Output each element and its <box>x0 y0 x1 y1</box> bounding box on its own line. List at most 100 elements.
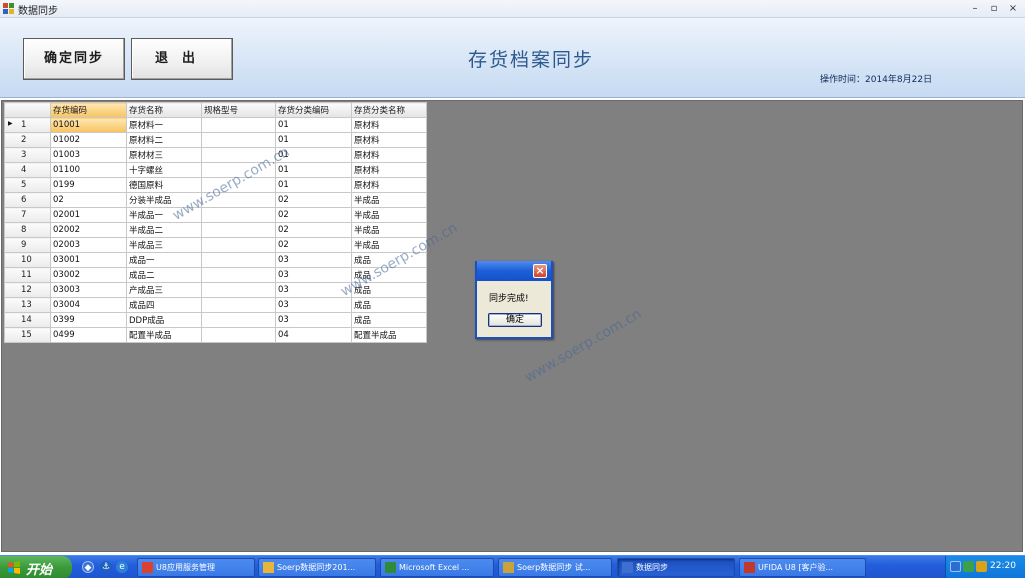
cell-code[interactable]: 03001 <box>50 252 127 268</box>
cell-spec[interactable] <box>201 117 276 133</box>
cell-category-name[interactable]: 原材料 <box>351 132 427 148</box>
cell-category-code[interactable]: 02 <box>275 222 352 238</box>
cell-spec[interactable] <box>201 222 276 238</box>
start-button[interactable]: 开始 <box>0 556 72 578</box>
cell-name[interactable]: 十字螺丝 <box>126 162 202 178</box>
column-header-category-code[interactable]: 存货分类编码 <box>275 102 352 118</box>
cell-spec[interactable] <box>201 132 276 148</box>
cell-category-code[interactable]: 03 <box>275 312 352 328</box>
table-row[interactable]: 2 01002 原材料二 01 原材料 <box>4 132 427 148</box>
taskbar-item[interactable]: Microsoft Excel ... <box>380 558 494 577</box>
row-header[interactable]: 6 <box>4 192 51 208</box>
table-row[interactable]: 3 01003 原材材三 01 原材料 <box>4 147 427 163</box>
desktop-icon[interactable]: ◆ <box>82 561 94 573</box>
cell-category-code[interactable]: 03 <box>275 297 352 313</box>
row-header[interactable]: 11 <box>4 267 51 283</box>
cell-name[interactable]: DDP成品 <box>126 312 202 328</box>
table-row[interactable]: 7 02001 半成品一 02 半成品 <box>4 207 427 223</box>
row-header[interactable]: 15 <box>4 327 51 343</box>
table-row[interactable]: 10 03001 成品一 03 成品 <box>4 252 427 268</box>
tray-volume-icon[interactable] <box>976 561 987 572</box>
cell-code[interactable]: 01001 <box>50 117 127 133</box>
cell-name[interactable]: 半成品三 <box>126 237 202 253</box>
table-row[interactable]: 4 01100 十字螺丝 01 原材料 <box>4 162 427 178</box>
column-header-category-name[interactable]: 存货分类名称 <box>351 102 427 118</box>
row-header[interactable]: 8 <box>4 222 51 238</box>
cell-category-code[interactable]: 02 <box>275 192 352 208</box>
cell-name[interactable]: 半成品二 <box>126 222 202 238</box>
cell-category-name[interactable]: 半成品 <box>351 192 427 208</box>
table-row[interactable]: 15 0499 配置半成品 04 配置半成品 <box>4 327 427 343</box>
cell-category-name[interactable]: 原材料 <box>351 177 427 193</box>
cell-code[interactable]: 0199 <box>50 177 127 193</box>
cell-category-code[interactable]: 03 <box>275 252 352 268</box>
cell-code[interactable]: 02 <box>50 192 127 208</box>
cell-spec[interactable] <box>201 282 276 298</box>
row-header[interactable]: 7 <box>4 207 51 223</box>
cell-spec[interactable] <box>201 327 276 343</box>
cell-name[interactable]: 原材料一 <box>126 117 202 133</box>
dialog-title-bar[interactable]: × <box>475 261 553 281</box>
cell-name[interactable]: 产成品三 <box>126 282 202 298</box>
cell-category-code[interactable]: 01 <box>275 132 352 148</box>
column-header-spec[interactable]: 规格型号 <box>201 102 276 118</box>
taskbar-item[interactable]: 数据同步 <box>617 558 735 577</box>
cell-code[interactable]: 02003 <box>50 237 127 253</box>
cell-category-name[interactable]: 原材料 <box>351 162 427 178</box>
cell-code[interactable]: 0499 <box>50 327 127 343</box>
cell-spec[interactable] <box>201 312 276 328</box>
cell-code[interactable]: 01003 <box>50 147 127 163</box>
cell-code[interactable]: 03004 <box>50 297 127 313</box>
table-row[interactable]: 101001原材料一 01原材料 <box>4 117 427 133</box>
row-header[interactable]: 12 <box>4 282 51 298</box>
cell-name[interactable]: 成品四 <box>126 297 202 313</box>
cell-category-code[interactable]: 02 <box>275 237 352 253</box>
cell-code[interactable]: 01100 <box>50 162 127 178</box>
cell-category-code[interactable]: 02 <box>275 207 352 223</box>
cell-name[interactable]: 原材材三 <box>126 147 202 163</box>
cell-spec[interactable] <box>201 237 276 253</box>
tray-network-icon[interactable] <box>963 561 974 572</box>
taskbar-item[interactable]: Soerp数据同步 试... <box>498 558 612 577</box>
column-header-code[interactable]: 存货编码 <box>50 102 127 118</box>
cell-category-code[interactable]: 01 <box>275 162 352 178</box>
cell-category-code[interactable]: 01 <box>275 117 352 133</box>
cell-spec[interactable] <box>201 252 276 268</box>
cell-category-name[interactable]: 半成品 <box>351 207 427 223</box>
row-header[interactable]: 1 <box>4 117 51 133</box>
cell-category-code[interactable]: 04 <box>275 327 352 343</box>
anchor-icon[interactable]: ⚓ <box>100 561 112 573</box>
cell-name[interactable]: 成品二 <box>126 267 202 283</box>
dialog-ok-button[interactable]: 确定 <box>488 313 542 327</box>
exit-button[interactable]: 退出 <box>131 38 233 80</box>
cell-category-name[interactable]: 配置半成品 <box>351 327 427 343</box>
taskbar-item[interactable]: U8应用服务管理 <box>137 558 255 577</box>
browser-icon[interactable]: e <box>116 561 128 573</box>
row-header[interactable]: 9 <box>4 237 51 253</box>
row-header[interactable]: 3 <box>4 147 51 163</box>
table-row[interactable]: 9 02003 半成品三 02 半成品 <box>4 237 427 253</box>
cell-spec[interactable] <box>201 207 276 223</box>
confirm-sync-button[interactable]: 确定同步 <box>23 38 125 80</box>
cell-name[interactable]: 德国原料 <box>126 177 202 193</box>
row-header[interactable]: 10 <box>4 252 51 268</box>
taskbar-item[interactable]: UFIDA U8 [客户验... <box>739 558 866 577</box>
cell-name[interactable]: 成品一 <box>126 252 202 268</box>
cell-category-name[interactable]: 成品 <box>351 312 427 328</box>
cell-spec[interactable] <box>201 297 276 313</box>
taskbar-item[interactable]: Soerp数据同步201... <box>258 558 376 577</box>
close-icon[interactable]: × <box>1006 3 1020 15</box>
cell-category-name[interactable]: 原材料 <box>351 147 427 163</box>
cell-name[interactable]: 配置半成品 <box>126 327 202 343</box>
table-row[interactable]: 8 02002 半成品二 02 半成品 <box>4 222 427 238</box>
table-row[interactable]: 14 0399 DDP成品 03 成品 <box>4 312 427 328</box>
tray-arrow-icon[interactable] <box>950 561 961 572</box>
cell-code[interactable]: 03003 <box>50 282 127 298</box>
restore-icon[interactable]: ▫ <box>987 3 1001 15</box>
cell-category-code[interactable]: 01 <box>275 177 352 193</box>
cell-name[interactable]: 原材料二 <box>126 132 202 148</box>
cell-category-name[interactable]: 成品 <box>351 297 427 313</box>
minimize-icon[interactable]: – <box>968 3 982 15</box>
row-header[interactable]: 14 <box>4 312 51 328</box>
table-row[interactable]: 13 03004 成品四 03 成品 <box>4 297 427 313</box>
